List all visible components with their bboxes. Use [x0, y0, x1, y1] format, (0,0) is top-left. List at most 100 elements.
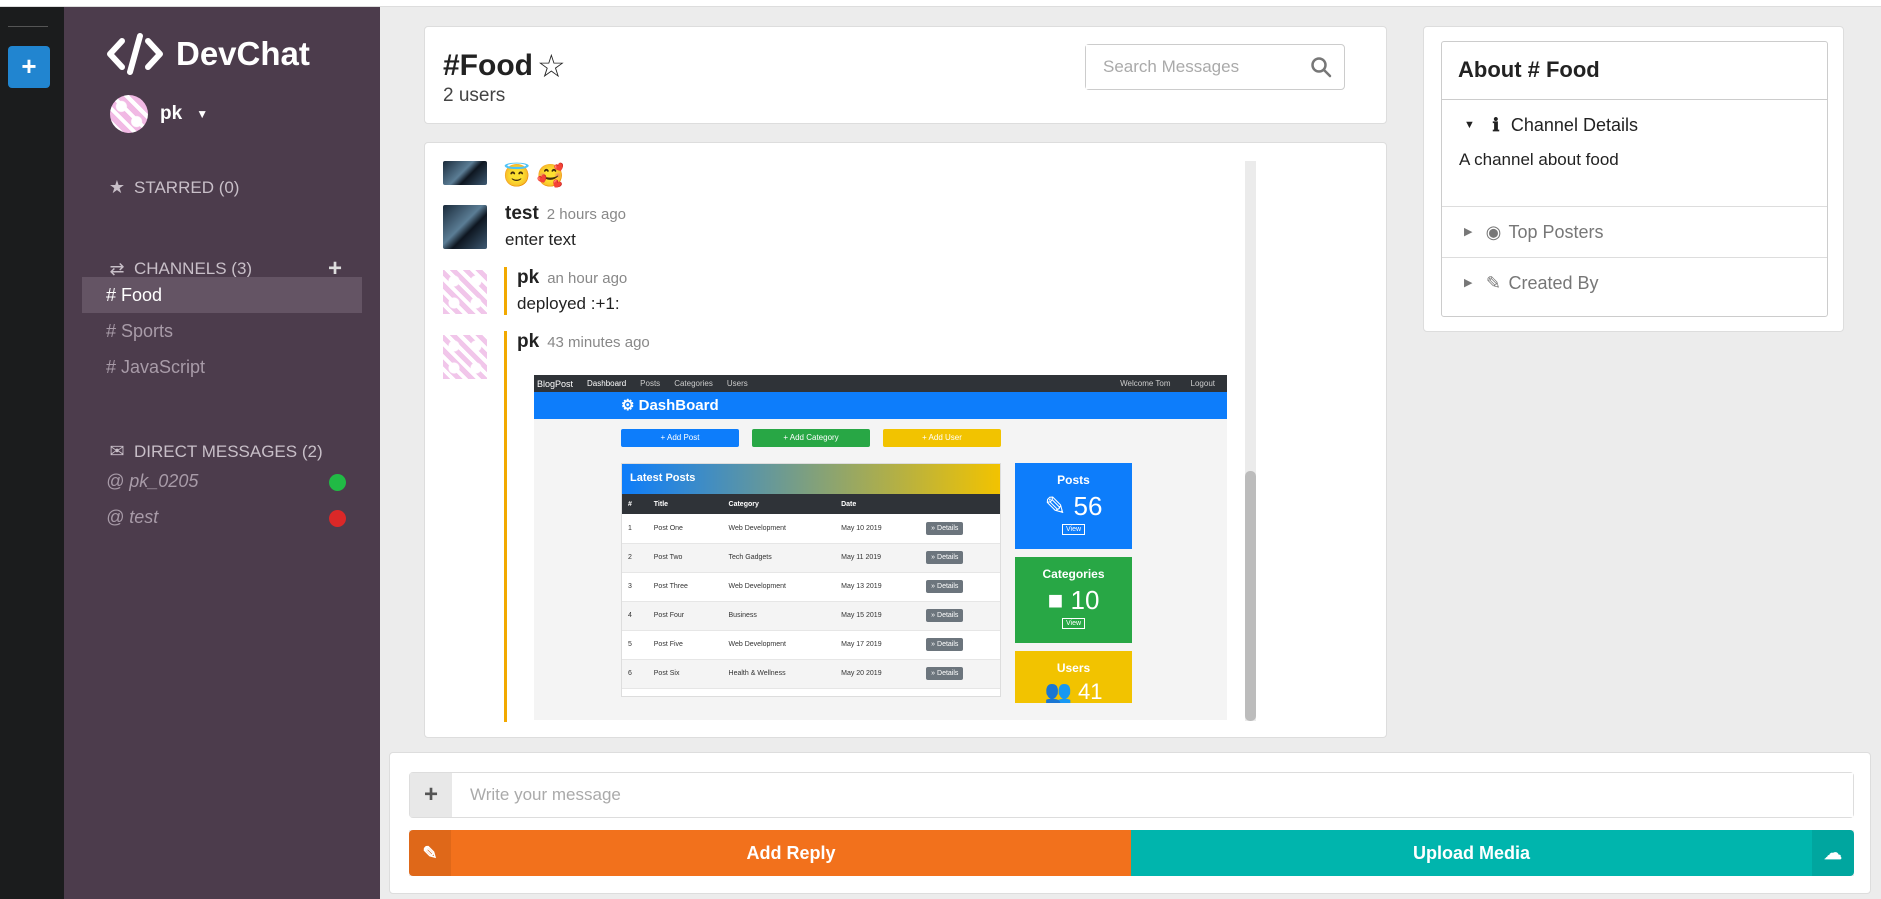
image-details-button: » Details: [926, 667, 964, 680]
cell: 3: [622, 572, 648, 602]
scrollbar-thumb[interactable]: [1245, 471, 1256, 721]
messages-panel[interactable]: 😇 🥰 test 2 hours ago enter text pk an hour…: [424, 142, 1387, 738]
direct-messages-section: ✉ DIRECT MESSAGES (2): [106, 441, 323, 462]
search-icon[interactable]: [1310, 56, 1332, 78]
add-reply-button[interactable]: ✎ Add Reply: [409, 830, 1131, 876]
image-col-header: #: [622, 494, 648, 514]
cell: » Details: [920, 543, 1000, 573]
search-box: [1085, 44, 1345, 90]
code-icon: [107, 33, 163, 75]
message-avatar: [443, 335, 487, 379]
dm-test[interactable]: @ test: [106, 499, 346, 535]
cell: 6: [622, 659, 648, 689]
dm-name: @ pk_0205: [106, 471, 199, 491]
messages-scrollbar[interactable]: [1245, 161, 1256, 721]
cell: May 17 2019: [835, 630, 921, 660]
message-input[interactable]: [452, 773, 1853, 817]
cell: 5: [622, 630, 648, 660]
cell: Post Three: [647, 572, 723, 602]
star-icon: ★: [108, 177, 126, 197]
channel-description: A channel about food: [1459, 150, 1619, 169]
channel-title: #Food ☆: [443, 47, 566, 85]
message-time: 2 hours ago: [546, 206, 627, 223]
stat-label: Users: [1056, 661, 1091, 675]
cell: Post One: [647, 514, 723, 544]
image-nav-item: Categories: [674, 379, 713, 388]
image-nav-welcome: Welcome Tom: [1120, 379, 1171, 388]
cell: May 11 2019: [835, 543, 921, 573]
cell: May 15 2019: [835, 601, 921, 631]
image-nav-brand: BlogPost: [537, 378, 574, 389]
table-row: 3 Post Three Web Development May 13 2019 » D…: [622, 572, 1000, 602]
own-message-marker: [504, 267, 507, 315]
user-count: 2 users: [443, 85, 506, 106]
cell: May 13 2019: [835, 572, 921, 602]
image-stat-categories: Categories ■ 10 View: [1015, 557, 1132, 643]
image-col-header: Date: [835, 494, 921, 514]
attach-plus-button[interactable]: +: [410, 773, 452, 817]
upload-media-label: Upload Media: [1412, 842, 1530, 863]
upload-media-button[interactable]: Upload Media ☁: [1131, 830, 1854, 876]
add-workspace-button[interactable]: +: [8, 46, 50, 88]
author-name: pk: [517, 331, 540, 352]
own-message-marker: [504, 331, 507, 722]
sidebar: DevChat pk ▼ ★ STARRED (0) ⇄ CHANNELS (3…: [64, 7, 380, 899]
author-name: test: [505, 203, 539, 224]
cell: May 10 2019: [835, 514, 921, 544]
message-avatar: [443, 270, 487, 314]
channel-header: #Food ☆ 2 users: [424, 26, 1387, 124]
caret-down-icon: ▼: [1464, 119, 1475, 131]
workspace-rail: +: [0, 7, 64, 899]
message-time: 43 minutes ago: [547, 334, 650, 351]
dm-label: DIRECT MESSAGES (2): [134, 441, 323, 461]
cell: » Details: [920, 572, 1000, 602]
message-author: test 2 hours ago: [505, 203, 626, 225]
caret-right-icon: ▶: [1464, 226, 1473, 238]
created-by-label: Created By: [1508, 273, 1599, 293]
pencil-icon: ✎: [1485, 273, 1502, 293]
cell: » Details: [920, 630, 1000, 660]
offline-status-dot: [329, 510, 346, 527]
cloud-upload-icon: ☁: [1812, 830, 1854, 876]
author-name: pk: [517, 267, 540, 288]
star-outline-icon[interactable]: ☆: [537, 47, 566, 85]
cell: Web Development: [722, 630, 836, 660]
starred-label: STARRED (0): [134, 177, 240, 197]
cell: Post Two: [647, 543, 723, 573]
user-circle-icon: ◉: [1485, 222, 1502, 242]
channel-javascript[interactable]: # JavaScript: [82, 349, 362, 385]
message-text: enter text: [505, 230, 576, 249]
image-stat-users: Users 👥 41: [1015, 651, 1132, 703]
brand: DevChat: [106, 33, 310, 75]
user-name: pk: [160, 103, 183, 124]
table-row: 6 Post Six Health & Wellness May 20 2019 » D…: [622, 659, 1000, 689]
stat-view: View: [1061, 524, 1086, 535]
dm-pk-0205[interactable]: @ pk_0205: [106, 463, 346, 499]
image-details-button: » Details: [926, 580, 964, 593]
message-composer: + ✎ Add Reply Upload Media ☁: [389, 752, 1871, 894]
cell: 1: [622, 514, 648, 544]
message-image[interactable]: BlogPost Dashboard Posts Categories User…: [534, 375, 1227, 720]
about-title: About # Food: [1442, 42, 1827, 100]
dm-name: @ test: [106, 507, 159, 527]
user-menu[interactable]: pk ▼: [110, 95, 208, 133]
cell: Business: [722, 601, 836, 631]
image-add-post: + Add Post: [621, 429, 739, 447]
image-nav-logout: Logout: [1190, 379, 1215, 388]
cell: Web Development: [722, 514, 836, 544]
channel-food[interactable]: # Food: [82, 277, 362, 313]
channel-details-toggle[interactable]: ▼ ℹ Channel Details: [1442, 100, 1827, 150]
image-nav-item: Users: [726, 379, 748, 388]
search-input[interactable]: [1086, 45, 1296, 89]
starred-section[interactable]: ★ STARRED (0): [106, 177, 240, 198]
message-author: pk an hour ago: [517, 267, 627, 289]
info-icon: ℹ: [1492, 115, 1500, 135]
stat-view: View: [1061, 618, 1086, 629]
channel-sports[interactable]: # Sports: [82, 313, 362, 349]
stat-value: ■ 10: [1047, 585, 1100, 615]
image-nav-item: Posts: [640, 379, 661, 388]
app-name: DevChat: [176, 35, 310, 72]
created-by-toggle[interactable]: ▶ ✎ Created By: [1442, 258, 1827, 308]
stat-value: 👥 41: [1044, 679, 1103, 703]
top-posters-toggle[interactable]: ▶ ◉ Top Posters: [1442, 207, 1827, 257]
